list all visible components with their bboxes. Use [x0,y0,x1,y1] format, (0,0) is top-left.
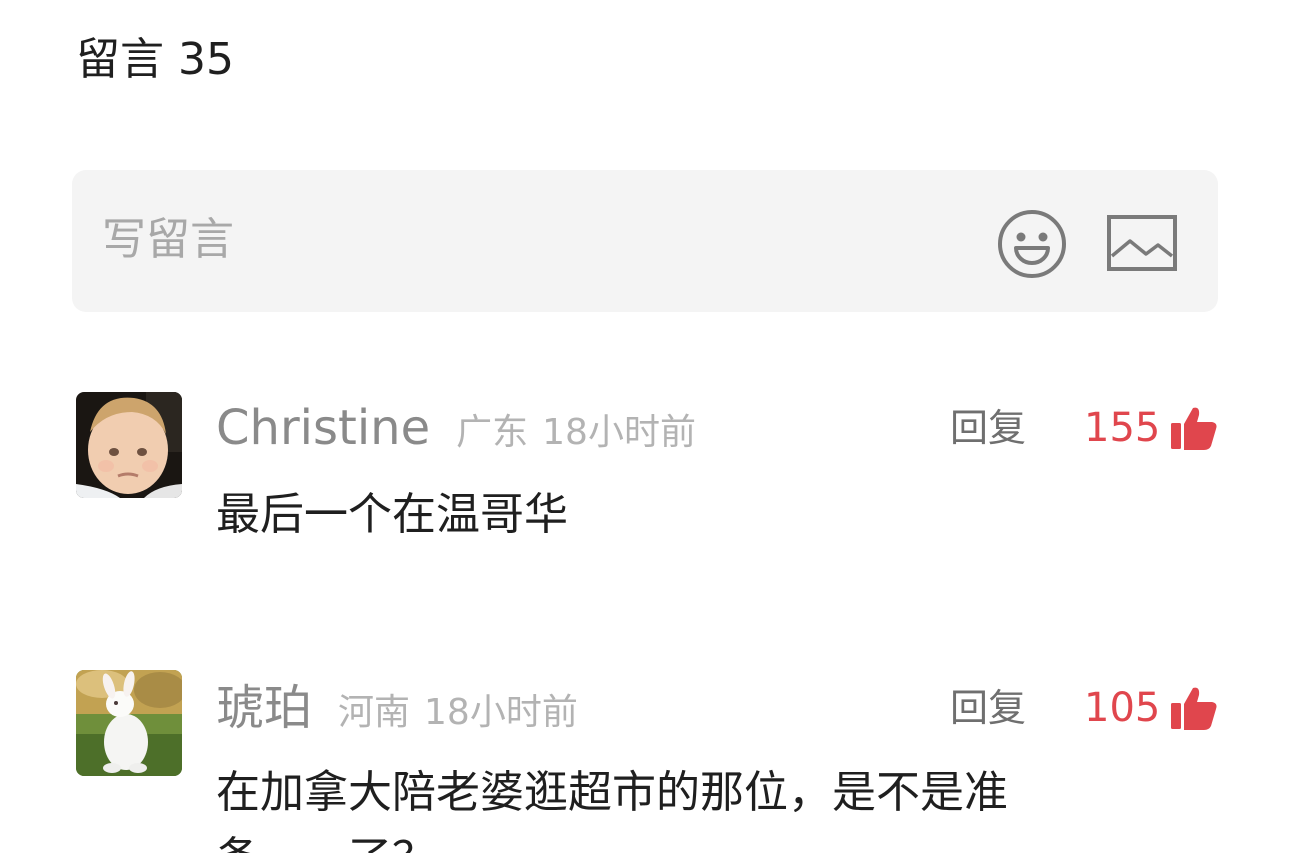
comment-username[interactable]: 琥珀 [216,676,312,740]
image-icon[interactable] [1106,214,1178,274]
comment-item: 琥珀 河南 18小时前 回复 105 在加拿大陪老婆逛超市的那位，是不是准 备……… [0,670,1289,853]
thumbs-up-icon [1171,407,1217,450]
comment-text-line: 最后一个在温哥华 [216,489,568,540]
comment-header: 琥珀 河南 18小时前 [216,676,578,740]
comment-item: Christine 广东 18小时前 回复 155 最后一个在温哥华 [0,392,1289,542]
write-comment-box[interactable]: 写留言 [72,170,1218,312]
comment-time: 18小时前 [424,692,578,733]
comment-text: 在加拿大陪老婆逛超市的那位，是不是准 备……了？ [216,760,1216,853]
thumbs-up-icon [1171,687,1217,730]
reply-button[interactable]: 回复 [950,676,1026,740]
like-count: 155 [1084,405,1161,451]
comment-meta: 广东 18小时前 [456,401,696,465]
comments-page: 留言 35 写留言 Christine 广东 18小时前 回复 155 最后一个… [0,0,1289,853]
comments-count-title: 留言 35 [76,34,234,85]
smiley-face-icon[interactable] [996,208,1068,280]
write-comment-input[interactable]: 写留言 [102,208,234,272]
comment-meta: 河南 18小时前 [338,681,578,745]
reply-button[interactable]: 回复 [950,396,1026,460]
like-count: 105 [1084,685,1161,731]
comment-text-line: 备……了？ [216,826,1216,853]
baby-photo-avatar[interactable] [76,392,182,498]
comment-time: 18小时前 [542,412,696,453]
like-button[interactable]: 155 [1084,396,1218,460]
like-button[interactable]: 105 [1084,676,1218,740]
comment-text-line: 在加拿大陪老婆逛超市的那位，是不是准 [216,767,1008,818]
comment-text: 最后一个在温哥华 [216,482,1216,548]
comment-location: 河南 [338,692,411,733]
white-rabbit-photo-avatar[interactable] [76,670,182,776]
comment-location: 广东 [456,412,529,453]
comment-header: Christine 广东 18小时前 [216,396,696,460]
comment-username[interactable]: Christine [216,396,430,460]
